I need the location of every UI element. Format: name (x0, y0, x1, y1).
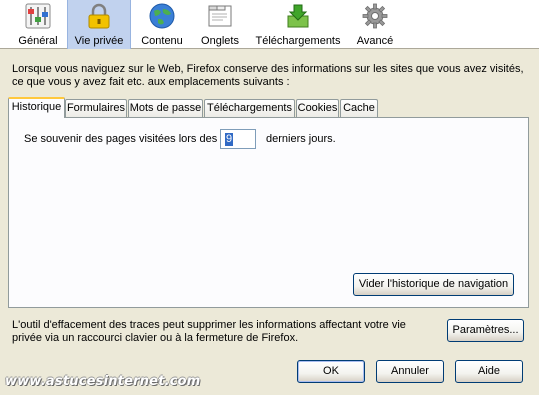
settings-button[interactable]: Paramètres... (447, 319, 524, 342)
sanitize-description: L'outil d'effacement des traces peut sup… (12, 319, 432, 345)
ok-button[interactable]: OK (297, 360, 365, 383)
cancel-button[interactable]: Annuler (376, 360, 444, 383)
download-box-icon (287, 4, 309, 28)
site-watermark: www.astucesinternet.com (5, 374, 201, 389)
globe-icon (149, 3, 175, 29)
category-toolbar: Général Vie privée Contenu Onglets Téléc… (0, 0, 539, 49)
toolbar-label-downloads: Téléchargements (255, 35, 341, 47)
history-days-prefix: Se souvenir des pages visitées lors des (24, 133, 218, 145)
padlock-icon (88, 3, 110, 29)
sanitize-line-1: L'outil d'effacement des traces peut sup… (12, 319, 406, 331)
tab-history[interactable]: Historique (8, 97, 65, 118)
toolbar-label-content: Contenu (141, 35, 183, 47)
tabs-window-icon (208, 5, 232, 27)
toolbar-item-downloads[interactable]: Téléchargements (252, 0, 344, 49)
toolbar-label-advanced: Avancé (356, 35, 394, 47)
privacy-description: Lorsque vous naviguez sur le Web, Firefo… (12, 63, 527, 89)
help-button[interactable]: Aide (455, 360, 523, 383)
clear-history-button[interactable]: Vider l'historique de navigation (353, 273, 514, 296)
description-line-1: Lorsque vous naviguez sur le Web, Firefo… (12, 63, 524, 75)
tab-cookies[interactable]: Cookies (296, 99, 339, 117)
gear-icon (362, 3, 388, 29)
tab-downloads[interactable]: Téléchargements (204, 99, 295, 117)
history-days-value: 9 (225, 133, 233, 146)
toolbar-item-privacy[interactable]: Vie privée (67, 0, 131, 49)
tab-cache[interactable]: Cache (340, 99, 378, 117)
toolbar-item-content[interactable]: Contenu (137, 0, 187, 49)
tab-passwords[interactable]: Mots de passe (128, 99, 203, 117)
history-days-suffix: derniers jours. (266, 133, 336, 145)
toolbar-item-tabs[interactable]: Onglets (197, 0, 243, 49)
toolbar-item-general[interactable]: Général (10, 0, 66, 49)
toolbar-label-tabs: Onglets (201, 35, 239, 47)
history-tab-panel: Se souvenir des pages visitées lors des … (8, 117, 529, 308)
general-sliders-icon (25, 3, 51, 29)
history-days-input[interactable]: 9 (220, 129, 256, 149)
toolbar-label-general: Général (18, 35, 58, 47)
sanitize-line-2: privée via un raccourci clavier ou à la … (12, 332, 299, 344)
toolbar-item-advanced[interactable]: Avancé (352, 0, 398, 49)
tab-forms[interactable]: Formulaires (65, 99, 127, 117)
toolbar-label-privacy: Vie privée (74, 35, 124, 47)
description-line-2: ce que vous y avez fait etc. aux emplace… (12, 76, 290, 88)
